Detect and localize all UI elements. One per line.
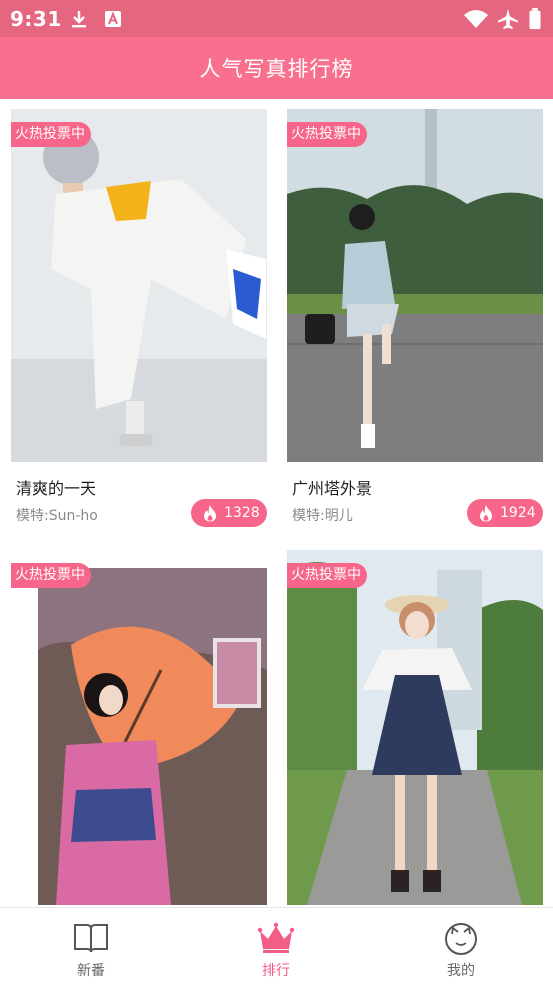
nav-item-new[interactable]: 新番 xyxy=(31,908,151,984)
nav-label: 我的 xyxy=(447,963,475,979)
bottom-nav: 新番 排行 我的 xyxy=(0,907,553,984)
status-time: 9:31 xyxy=(10,7,62,31)
card-photo[interactable] xyxy=(11,109,267,462)
flame-icon xyxy=(480,505,492,522)
page-title: 人气写真排行榜 xyxy=(199,57,354,81)
airplane-icon xyxy=(497,8,519,30)
hot-voting-badge: 火热投票中 xyxy=(11,122,91,147)
nav-label: 排行 xyxy=(262,963,290,979)
battery-icon xyxy=(529,8,541,30)
crown-icon xyxy=(258,922,294,953)
app-bar: 人气写真排行榜 xyxy=(0,37,553,99)
flame-icon xyxy=(204,505,216,522)
card-photo[interactable] xyxy=(287,550,543,905)
hot-voting-badge: 火热投票中 xyxy=(287,563,367,588)
status-bar: 9:31 xyxy=(0,0,553,37)
book-icon xyxy=(74,924,108,953)
hot-voting-badge: 火热投票中 xyxy=(287,122,367,147)
vote-button[interactable]: 1328 xyxy=(191,499,267,527)
download-icon xyxy=(72,11,86,28)
font-a-icon xyxy=(105,11,121,27)
vote-count: 1328 xyxy=(224,505,260,521)
hot-voting-badge: 火热投票中 xyxy=(11,563,91,588)
nav-item-mine[interactable]: 我的 xyxy=(401,908,521,984)
card-photo[interactable] xyxy=(287,109,543,462)
nav-label: 新番 xyxy=(77,963,105,979)
card-model: 模特:Sun-ho xyxy=(16,508,98,524)
vote-count: 1924 xyxy=(500,505,536,521)
card-photo[interactable] xyxy=(11,550,267,905)
cat-face-icon xyxy=(445,923,477,955)
card-title[interactable]: 广州塔外景 xyxy=(292,475,372,499)
vote-button[interactable]: 1924 xyxy=(467,499,543,527)
card-model: 模特:明儿 xyxy=(292,508,353,524)
card-title[interactable]: 清爽的一天 xyxy=(16,475,96,499)
nav-item-ranking[interactable]: 排行 xyxy=(216,908,336,984)
wifi-icon xyxy=(464,10,488,28)
